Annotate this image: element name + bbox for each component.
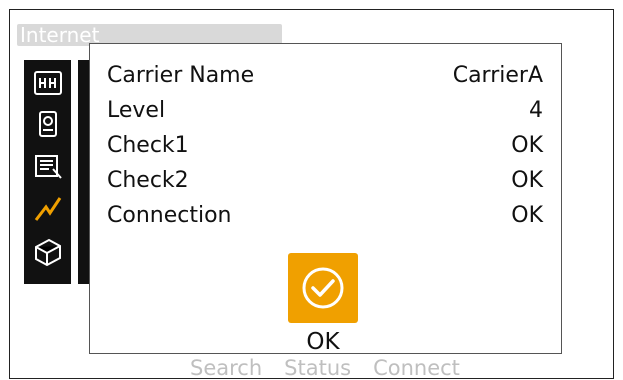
background-tabs: Search Status Connect bbox=[190, 356, 460, 380]
status-dialog: Carrier Name CarrierA Level 4 Check1 OK … bbox=[89, 43, 562, 355]
instrument-icon[interactable] bbox=[24, 106, 71, 144]
window-title: Internet bbox=[20, 23, 100, 47]
row-value: 4 bbox=[529, 97, 543, 123]
box-icon[interactable] bbox=[24, 232, 71, 270]
tab-status: Status bbox=[284, 356, 352, 380]
row-label: Level bbox=[107, 97, 166, 123]
ok-button-label[interactable]: OK bbox=[288, 329, 358, 355]
lightning-icon[interactable] bbox=[24, 190, 71, 228]
row-carrier-name: Carrier Name CarrierA bbox=[107, 58, 543, 92]
checkmark-icon bbox=[302, 267, 344, 309]
row-check1: Check1 OK bbox=[107, 128, 543, 162]
row-value: OK bbox=[511, 202, 543, 228]
row-label: Check2 bbox=[107, 167, 189, 193]
row-connection: Connection OK bbox=[107, 198, 543, 232]
row-label: Check1 bbox=[107, 132, 189, 158]
row-value: OK bbox=[511, 167, 543, 193]
row-value: CarrierA bbox=[452, 62, 543, 88]
edit-document-icon[interactable] bbox=[24, 148, 71, 186]
row-value: OK bbox=[511, 132, 543, 158]
keyboard-icon[interactable] bbox=[24, 64, 71, 102]
row-label: Connection bbox=[107, 202, 232, 228]
row-check2: Check2 OK bbox=[107, 163, 543, 197]
row-label: Carrier Name bbox=[107, 62, 255, 88]
tab-search: Search bbox=[190, 356, 263, 380]
tab-connect: Connect bbox=[373, 356, 460, 380]
row-level: Level 4 bbox=[107, 93, 543, 127]
ok-button[interactable] bbox=[288, 253, 358, 323]
sidebar bbox=[24, 60, 71, 284]
